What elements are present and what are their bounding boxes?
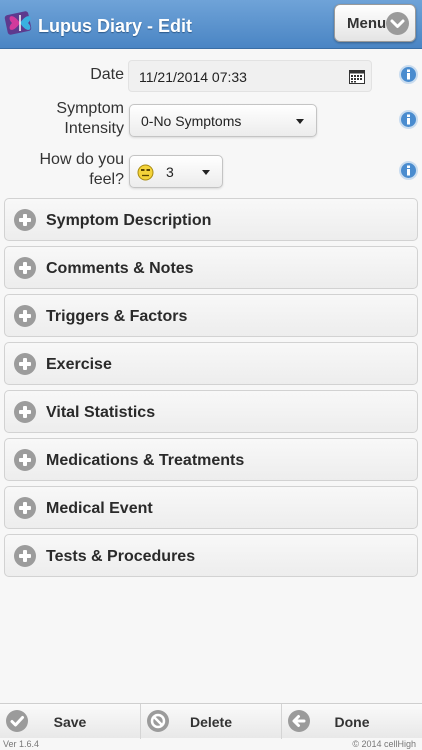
section-label: Medications & Treatments [46, 452, 245, 469]
plus-icon [14, 545, 36, 567]
plus-icon [14, 257, 36, 279]
feel-select[interactable]: 3 [129, 155, 223, 188]
date-info-icon[interactable] [399, 65, 418, 84]
intensity-label: Symptom Intensity [30, 99, 124, 139]
intensity-label-line1: Symptom [56, 100, 124, 117]
footer-toolbar: Save Delete Done [0, 703, 422, 739]
section-vital-statistics[interactable]: Vital Statistics [4, 390, 418, 433]
section-label: Vital Statistics [46, 404, 156, 421]
section-label: Medical Event [46, 500, 153, 517]
save-label: Save [53, 714, 87, 730]
plus-icon [14, 449, 36, 471]
caret-down-icon [202, 170, 210, 175]
section-comments-notes[interactable]: Comments & Notes [4, 246, 418, 289]
done-button[interactable]: Done [282, 704, 422, 739]
delete-button[interactable]: Delete [141, 704, 282, 739]
chevron-down-icon [386, 12, 409, 35]
intensity-label-line2: Intensity [64, 120, 124, 137]
section-label: Exercise [46, 356, 112, 373]
section-exercise[interactable]: Exercise [4, 342, 418, 385]
page-title: Lupus Diary - Edit [38, 16, 193, 36]
calendar-icon[interactable] [349, 69, 365, 84]
section-label: Triggers & Factors [46, 308, 188, 325]
feel-label: How do you feel? [20, 150, 125, 190]
header-bar: Lupus Diary - Edit Menu [0, 0, 422, 49]
butterfly-icon [4, 11, 32, 35]
caret-down-icon [296, 119, 304, 124]
intensity-value: 0-No Symptoms [141, 113, 242, 129]
plus-icon [14, 209, 36, 231]
done-label: Done [334, 714, 370, 730]
feel-value: 3 [166, 164, 174, 180]
copyright-text: © 2014 cellHigh [352, 739, 416, 749]
feel-label-line2: feel? [89, 171, 124, 188]
section-label: Tests & Procedures [46, 548, 196, 565]
date-label: Date [90, 66, 124, 83]
intensity-select[interactable]: 0-No Symptoms [129, 104, 317, 137]
plus-icon [14, 353, 36, 375]
section-medications-treatments[interactable]: Medications & Treatments [4, 438, 418, 481]
smiley-icon [137, 164, 154, 181]
plus-icon [14, 497, 36, 519]
feel-label-line1: How do you [39, 151, 125, 168]
section-label: Comments & Notes [46, 260, 194, 277]
intensity-info-icon[interactable] [399, 110, 418, 129]
plus-icon [14, 305, 36, 327]
section-medical-event[interactable]: Medical Event [4, 486, 418, 529]
feel-info-icon[interactable] [399, 161, 418, 180]
date-value: 11/21/2014 07:33 [139, 69, 247, 85]
section-label: Symptom Description [46, 212, 212, 229]
date-field[interactable]: 11/21/2014 07:33 [128, 60, 372, 92]
menu-button[interactable]: Menu [334, 4, 416, 42]
section-triggers-factors[interactable]: Triggers & Factors [4, 294, 418, 337]
section-tests-procedures[interactable]: Tests & Procedures [4, 534, 418, 577]
menu-label: Menu [347, 15, 387, 32]
plus-icon [14, 401, 36, 423]
section-symptom-description[interactable]: Symptom Description [4, 198, 418, 241]
save-button[interactable]: Save [0, 704, 141, 739]
version-text: Ver 1.6.4 [3, 739, 40, 749]
delete-label: Delete [189, 714, 233, 730]
